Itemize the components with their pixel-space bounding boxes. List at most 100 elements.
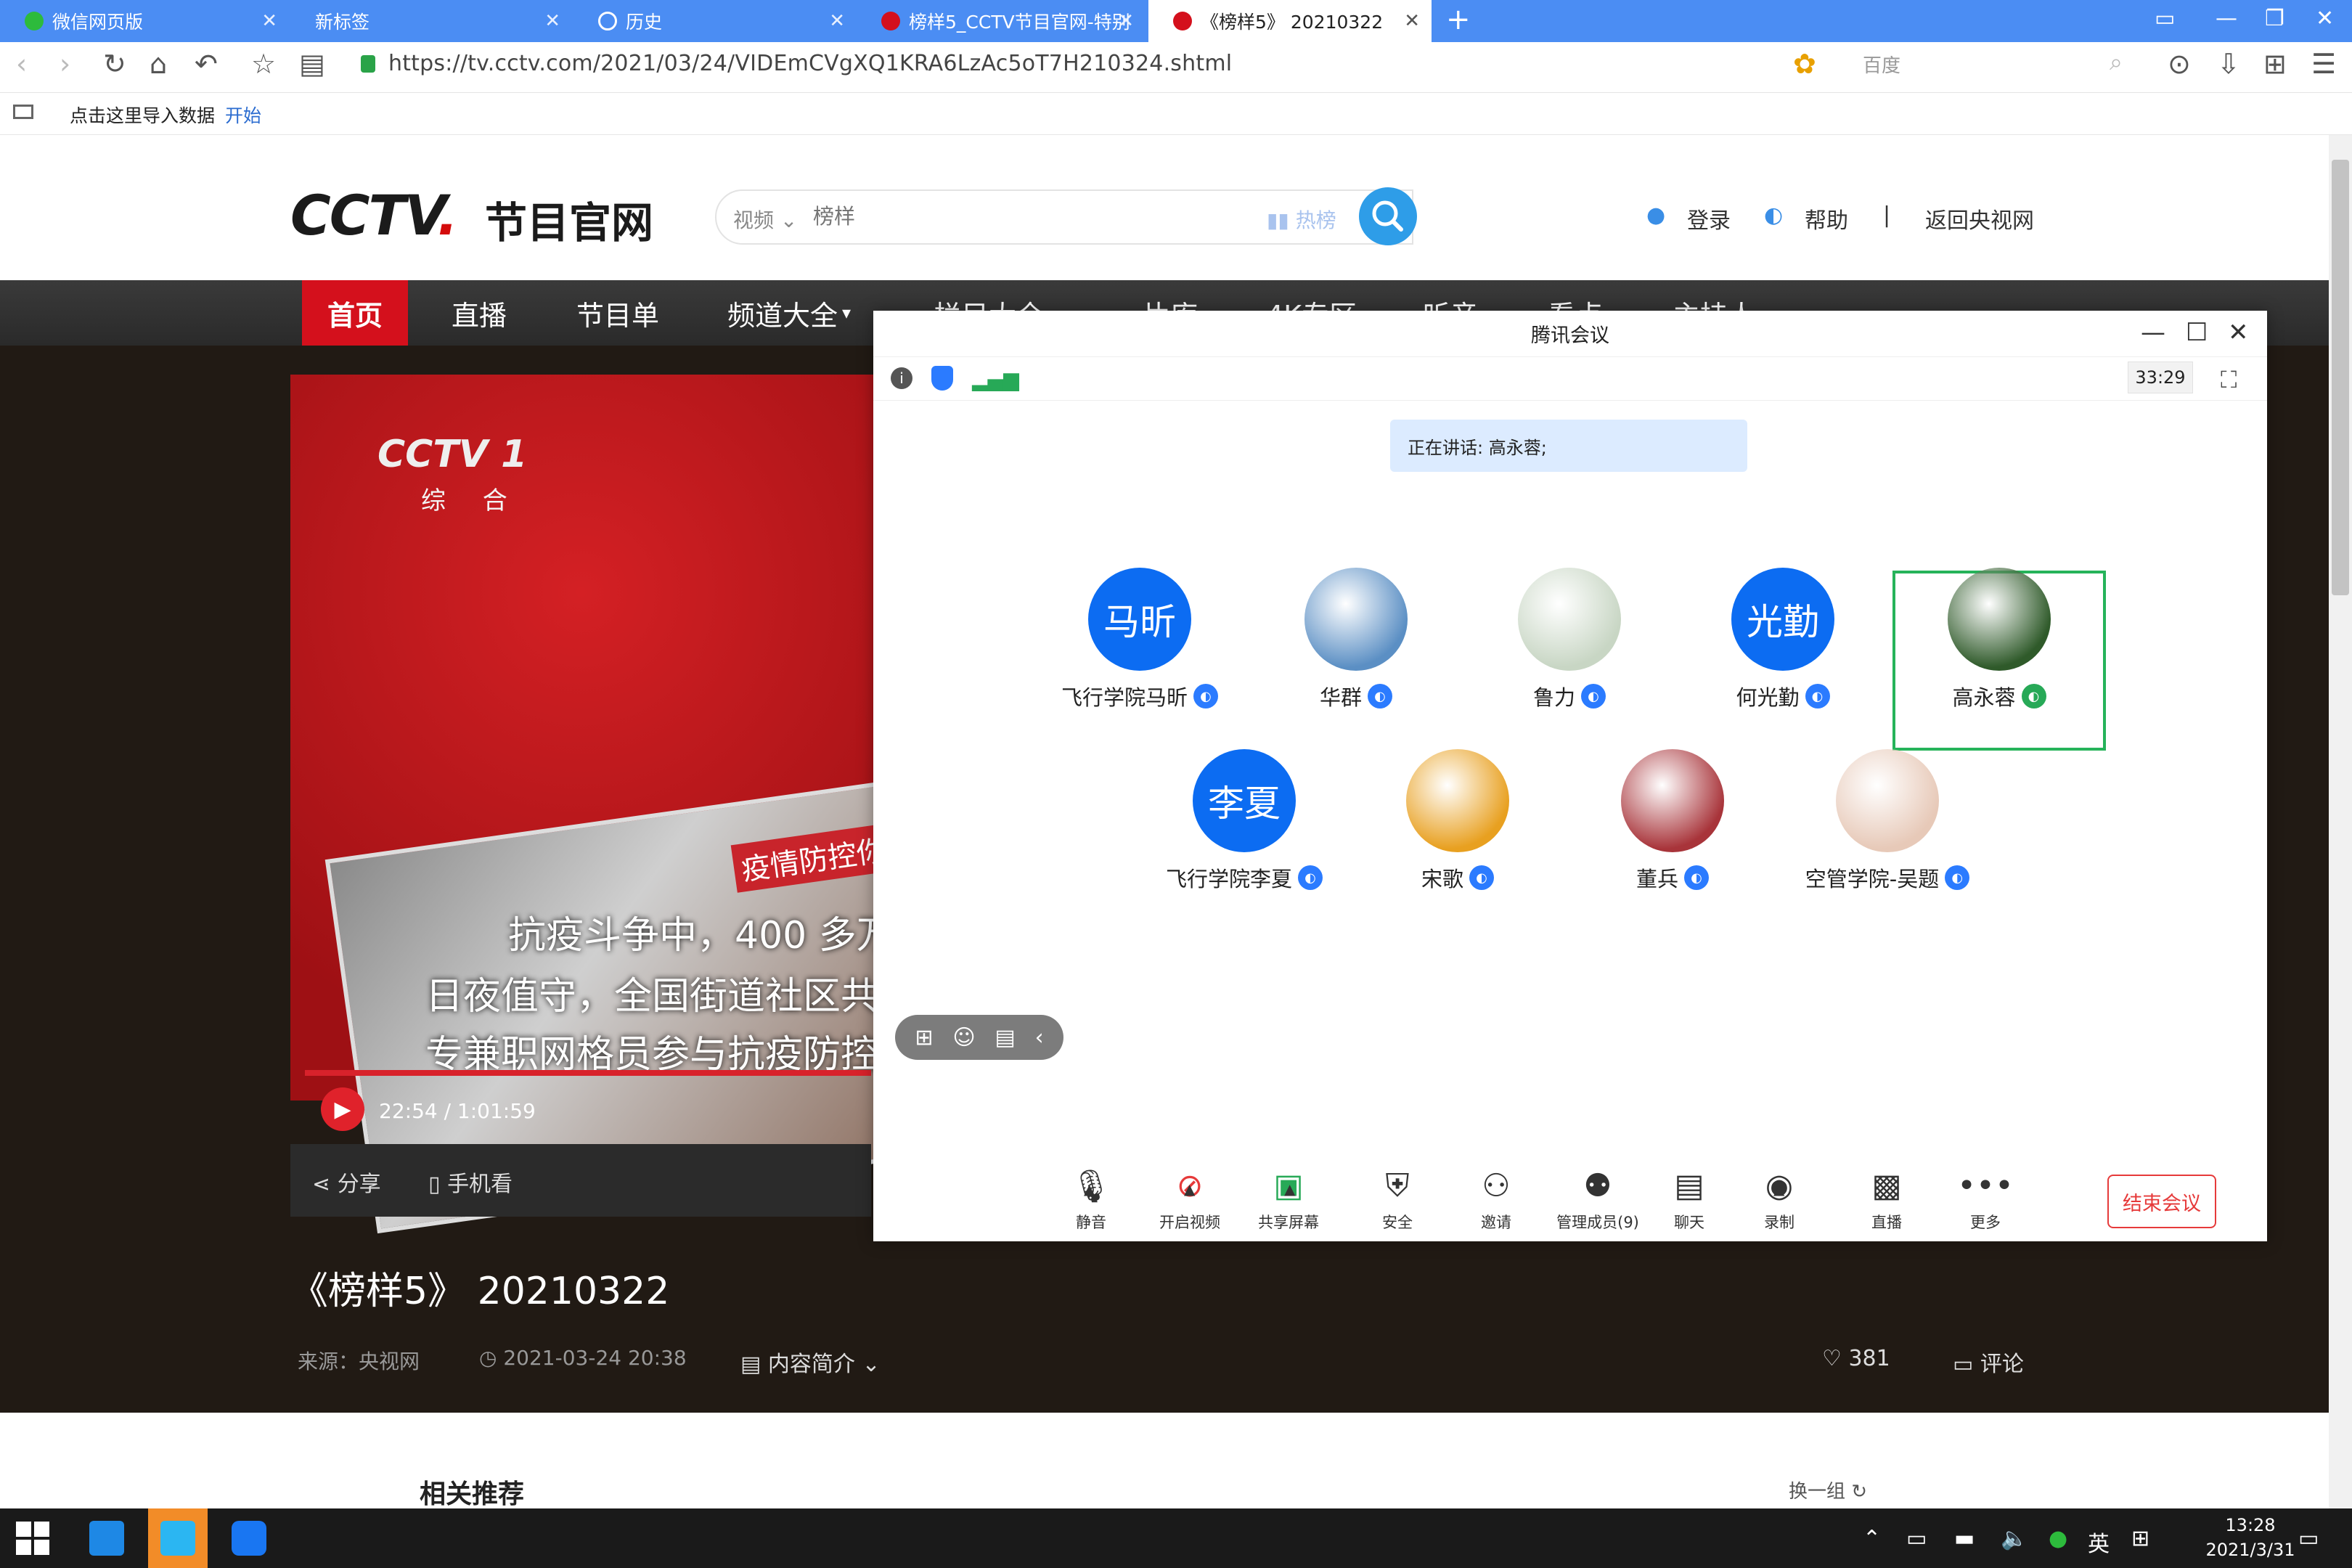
end-meeting-button[interactable]: 结束会议 <box>2107 1175 2216 1228</box>
nav-channels[interactable]: 频道大全 ▾ <box>704 280 874 346</box>
participant-tile[interactable]: 李夏 飞行学院李夏 ◐ <box>1139 749 1349 931</box>
star-icon[interactable]: ☆ <box>251 48 276 80</box>
close-icon[interactable]: ✕ <box>2228 318 2249 347</box>
shield-icon[interactable] <box>931 366 953 391</box>
info-icon[interactable]: i <box>891 367 912 389</box>
menu-icon[interactable]: ☰ <box>2311 48 2336 80</box>
nav-live[interactable]: 直播 <box>428 280 530 346</box>
participant-tile[interactable]: 董兵 ◐ <box>1567 749 1778 931</box>
comment-button[interactable]: ▭ 评论 <box>1953 1346 2024 1378</box>
notification-icon[interactable]: ▭ <box>2298 1526 2319 1551</box>
intro-toggle[interactable]: ▤ 内容简介 ⌄ <box>740 1346 881 1378</box>
reader-icon[interactable]: ▤ <box>299 48 325 80</box>
ime-indicator[interactable]: 英 <box>2088 1526 2110 1558</box>
reload-icon[interactable]: ↻ <box>103 48 126 80</box>
video-progress-bar[interactable] <box>305 1070 871 1076</box>
share-screen-button[interactable]: ▣ 共享屏幕 <box>1238 1167 1339 1233</box>
start-import-link[interactable]: 开始 <box>225 102 261 128</box>
participant-tile[interactable]: 空管学院-吴题 ◐ <box>1782 749 1993 931</box>
search-type-select[interactable]: 视频 ⌄ <box>733 205 797 234</box>
watch-on-mobile-button[interactable]: ▯ 手机看 <box>428 1166 513 1198</box>
chat-button[interactable]: ▤ 聊天 <box>1638 1167 1740 1233</box>
participant-tile[interactable]: 鲁力 ◐ <box>1464 568 1675 749</box>
site-search-input[interactable] <box>813 195 1220 238</box>
caret-up-icon[interactable]: ▲ <box>1084 1180 1095 1198</box>
new-tab-plus-icon[interactable]: + <box>1446 3 1471 36</box>
close-icon[interactable]: ✕ <box>544 10 560 32</box>
undo-icon[interactable]: ↶ <box>195 48 218 80</box>
tab-history[interactable]: 历史 ✕ <box>573 0 857 42</box>
tencent-meeting-taskbar-icon[interactable] <box>219 1508 279 1568</box>
start-video-button[interactable]: ⊘ 开启视频 <box>1139 1167 1241 1233</box>
nav-home[interactable]: 首页 <box>302 280 408 346</box>
minimize-icon[interactable]: — <box>2216 6 2237 31</box>
chevron-left-icon[interactable]: ‹ <box>1035 1025 1044 1050</box>
volume-icon[interactable]: 🔈 <box>2001 1526 2028 1551</box>
live-button[interactable]: ▩ 直播 <box>1836 1167 1937 1233</box>
share-button[interactable]: ⋖ 分享 <box>312 1166 381 1198</box>
home-icon[interactable]: ⌂ <box>150 48 167 80</box>
download-icon[interactable]: ⇩ <box>2217 48 2240 80</box>
close-icon[interactable]: ✕ <box>829 10 845 32</box>
bookmark-panel-icon[interactable] <box>13 105 33 119</box>
caret-up-icon[interactable]: ▲ <box>1184 1180 1195 1198</box>
caret-up-icon[interactable]: ▲ <box>1773 1180 1784 1198</box>
keyboard-icon[interactable]: ⊞ <box>2131 1526 2149 1551</box>
back-icon[interactable]: ‹ <box>16 48 27 80</box>
minimize-icon[interactable]: — <box>2141 318 2165 347</box>
participant-tile[interactable]: 华群 ◐ <box>1251 568 1461 749</box>
clock[interactable]: 13:28 2021/3/31 <box>2192 1513 2308 1562</box>
back-to-cctv-link[interactable]: 返回央视网 <box>1925 203 2034 234</box>
invite-button[interactable]: ⚇ 邀请 <box>1445 1167 1547 1233</box>
wechat-tray-icon[interactable]: ● <box>2049 1526 2067 1551</box>
scrollbar-thumb[interactable] <box>2332 160 2349 595</box>
record-button[interactable]: ◉ 录制 <box>1728 1167 1830 1233</box>
chat-bubble-icon[interactable]: ▤ <box>995 1025 1015 1050</box>
help-link[interactable]: 帮助 <box>1805 203 1848 234</box>
security-button[interactable]: ⛨ 安全 <box>1347 1167 1448 1233</box>
hot-list-link[interactable]: ▮▮ 热榜 <box>1267 205 1336 234</box>
login-link[interactable]: 登录 <box>1687 203 1731 234</box>
mute-button[interactable]: 🎙 静音 <box>1040 1167 1142 1233</box>
caret-up-icon[interactable]: ▲ <box>1284 1180 1295 1198</box>
sidebar-toggle-icon[interactable]: ▭ <box>2155 6 2175 31</box>
browser-taskbar-icon[interactable] <box>77 1508 136 1568</box>
participant-tile[interactable]: 高永蓉 ◐ <box>1894 568 2104 749</box>
forward-icon[interactable]: › <box>60 48 70 80</box>
search-icon[interactable]: ⌕ <box>2110 48 2123 76</box>
like-button[interactable]: ♡ 381 <box>1822 1346 1890 1371</box>
refresh-related-button[interactable]: 换一组 ↻ <box>1789 1477 1867 1503</box>
emoji-icon[interactable]: ☺ <box>952 1025 975 1050</box>
participant-tile[interactable]: 宋歌 ◐ <box>1352 749 1563 931</box>
close-icon[interactable]: ✕ <box>1404 10 1420 32</box>
participant-tile[interactable]: 光勤 何光勤 ◐ <box>1678 568 1888 749</box>
download-app-taskbar-icon[interactable] <box>148 1508 208 1568</box>
signal-icon[interactable]: ▂▄▆ <box>972 367 1019 391</box>
network-icon[interactable]: ▭ <box>1906 1526 1927 1551</box>
tab-video-active[interactable]: 《榜样5》 20210322 ✕ <box>1148 0 1432 42</box>
cctv-logo[interactable]: CCTV. <box>290 183 458 248</box>
play-icon[interactable]: ▶ <box>321 1087 364 1131</box>
more-button[interactable]: ••• 更多 <box>1935 1167 2036 1233</box>
close-window-icon[interactable]: ✕ <box>2316 6 2334 31</box>
account-icon[interactable]: ⊙ <box>2168 48 2191 80</box>
grid-layout-icon[interactable]: ⊞ <box>915 1025 933 1050</box>
bee-icon[interactable]: ✿ <box>1793 48 1816 80</box>
manage-members-button[interactable]: ⚉ 管理成员(9) <box>1547 1167 1649 1233</box>
chevron-up-icon[interactable]: ⌃ <box>1863 1526 1881 1551</box>
search-button[interactable] <box>1359 187 1417 245</box>
fullscreen-icon[interactable]: ⛶ <box>2221 366 2237 394</box>
nav-schedule[interactable]: 节目单 <box>553 280 682 346</box>
close-icon[interactable]: ✕ <box>1118 10 1134 32</box>
close-icon[interactable]: ✕ <box>261 10 277 32</box>
url-field[interactable]: https://tv.cctv.com/2021/03/24/VIDEmCVgX… <box>388 51 1232 76</box>
tab-new[interactable]: 新标签 ✕ <box>290 0 572 42</box>
windows-start-icon[interactable] <box>16 1522 49 1555</box>
tab-wechat[interactable]: 微信网页版 ✕ <box>0 0 289 42</box>
battery-icon[interactable]: ▬ <box>1954 1526 1975 1551</box>
maximize-icon[interactable]: ☐ <box>2186 318 2208 347</box>
apps-icon[interactable]: ⊞ <box>2263 48 2287 80</box>
restore-icon[interactable]: ❐ <box>2265 6 2284 31</box>
participant-tile[interactable]: 马昕 飞行学院马昕 ◐ <box>1034 568 1245 749</box>
tab-cctv-program[interactable]: 榜样5_CCTV节目官网-特别 ✕ <box>857 0 1146 42</box>
